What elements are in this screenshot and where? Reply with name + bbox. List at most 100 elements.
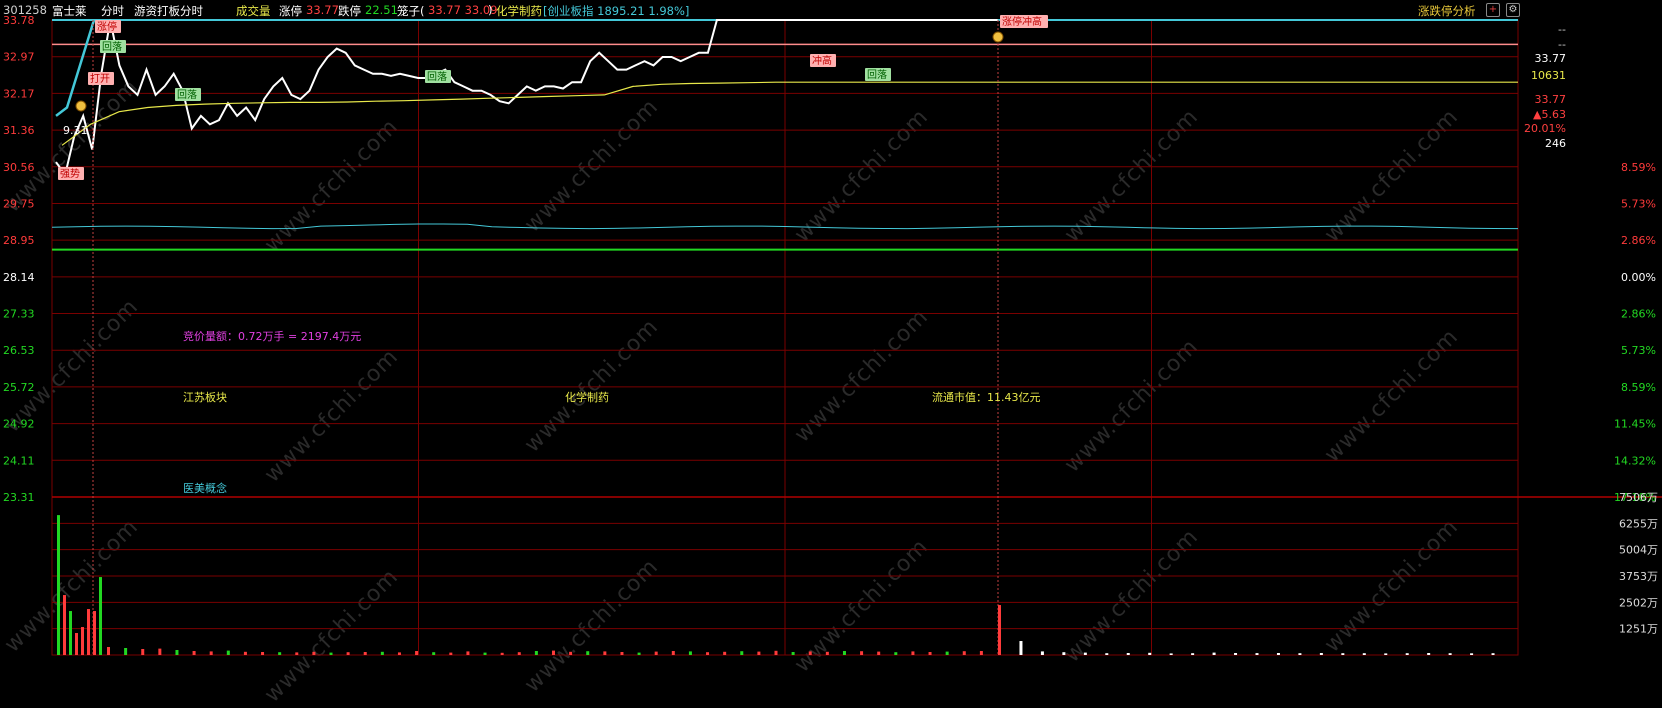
float-cap-label: 流通市值：11.43亿元 bbox=[932, 390, 1041, 404]
right-volume: 10631 bbox=[1531, 69, 1566, 82]
volume-bar bbox=[791, 652, 795, 655]
volume-bar bbox=[620, 652, 624, 655]
volume-bar bbox=[1384, 653, 1388, 655]
small-value-label: 9.31 bbox=[63, 124, 88, 137]
volume-bar bbox=[534, 651, 538, 655]
volume-bar bbox=[860, 651, 864, 655]
volume-bar bbox=[894, 652, 898, 655]
intraday-chart[interactable]: 33.78 32.97 32.17 31.36 30.56 29.75 28.95 28.14… bbox=[0, 0, 1662, 699]
volume-bar bbox=[1148, 652, 1152, 655]
annotation-label: 回落 bbox=[867, 69, 887, 81]
volume-bar bbox=[57, 515, 60, 655]
volume-bar bbox=[1470, 653, 1474, 655]
pct-axis-label: 11.45% bbox=[1614, 418, 1656, 431]
volume-bar bbox=[877, 651, 881, 655]
volume-bar bbox=[706, 652, 710, 655]
pct-axis-label: 5.73% bbox=[1621, 197, 1656, 210]
volume-bar bbox=[1212, 652, 1216, 655]
pct-axis-label: 14.32% bbox=[1614, 454, 1656, 467]
price-axis-label: 27.33 bbox=[3, 308, 35, 321]
volume-bar bbox=[63, 595, 66, 655]
pct-axis-label: 2.86% bbox=[1621, 308, 1656, 321]
volume-bar bbox=[654, 651, 658, 655]
annotation-label: 冲高 bbox=[812, 54, 832, 67]
volume-bar bbox=[1491, 653, 1495, 655]
volume-bar bbox=[449, 652, 453, 655]
price-axis-label: 32.17 bbox=[3, 87, 35, 100]
volume-bar bbox=[158, 648, 162, 655]
pct-axis-label: 0.00% bbox=[1621, 271, 1656, 284]
volume-bar bbox=[1427, 653, 1431, 655]
volume-bar bbox=[928, 652, 932, 655]
volume-axis-label: 7506万 bbox=[1619, 491, 1658, 504]
volume-bar bbox=[1019, 641, 1023, 655]
volume-bar bbox=[380, 651, 384, 655]
volume-bar bbox=[69, 611, 72, 655]
annotation-label: 回落 bbox=[427, 71, 447, 83]
volume-axis-label: 1251万 bbox=[1619, 623, 1658, 636]
volume-bar bbox=[243, 651, 247, 655]
volume-bar bbox=[346, 652, 350, 655]
sector-text: 化学制药 bbox=[565, 390, 609, 404]
pct-axis-label: 8.59% bbox=[1621, 381, 1656, 394]
pct-axis-label: 5.73% bbox=[1621, 344, 1656, 357]
right-dash: -- bbox=[1558, 38, 1566, 51]
volume-bar bbox=[1126, 653, 1130, 655]
volume-axis-label: 5004万 bbox=[1619, 544, 1658, 557]
right-pct: 20.01% bbox=[1524, 122, 1566, 135]
volume-bar bbox=[1276, 653, 1280, 655]
volume-bar bbox=[175, 650, 179, 655]
volume-bar bbox=[774, 650, 778, 655]
volume-bar bbox=[637, 652, 641, 655]
event-dot-icon bbox=[75, 100, 87, 112]
right-change: ▲5.63 bbox=[1533, 108, 1566, 121]
price-axis-label: 24.92 bbox=[3, 418, 35, 431]
annotation-label: 强势 bbox=[60, 167, 80, 180]
volume-bar bbox=[1191, 653, 1195, 655]
volume-bar bbox=[1255, 653, 1259, 655]
volume-bar bbox=[1405, 653, 1409, 655]
volume-bar bbox=[569, 651, 573, 655]
volume-bar bbox=[1341, 653, 1345, 655]
annotation-label: 打开 bbox=[90, 72, 110, 85]
volume-bar bbox=[295, 652, 299, 655]
volume-bar bbox=[962, 651, 966, 655]
region-label: 江苏板块 bbox=[183, 390, 227, 404]
volume-bar bbox=[483, 652, 487, 655]
volume-bar bbox=[415, 651, 419, 655]
volume-axis-label: 6255万 bbox=[1619, 517, 1658, 530]
volume-bar bbox=[552, 650, 555, 655]
right-price: 33.77 bbox=[1535, 52, 1567, 65]
price-axis-label: 28.95 bbox=[3, 234, 35, 247]
volume-bar bbox=[93, 611, 96, 655]
volume-bar bbox=[1083, 652, 1087, 655]
volume-bar bbox=[1234, 653, 1238, 655]
volume-bar bbox=[261, 652, 265, 655]
volume-bar bbox=[1105, 653, 1109, 655]
volume-bar bbox=[1298, 653, 1302, 655]
volume-bar bbox=[825, 651, 829, 655]
annotation-label: 涨停 bbox=[97, 20, 117, 33]
volume-bar bbox=[99, 577, 102, 655]
volume-bar bbox=[723, 651, 727, 655]
volume-bar bbox=[757, 651, 761, 655]
concept-label: 医美概念 bbox=[183, 481, 227, 495]
volume-bar bbox=[688, 651, 692, 655]
avg-price-line bbox=[61, 81, 1518, 146]
volume-bar bbox=[397, 652, 401, 655]
right-count: 246 bbox=[1545, 137, 1566, 150]
volume-bar bbox=[603, 651, 607, 655]
volume-bar bbox=[1169, 653, 1173, 655]
volume-axis-label: 3753万 bbox=[1619, 570, 1658, 583]
annotation-label: 涨停冲高 bbox=[1002, 15, 1042, 28]
annotation-label: 回落 bbox=[102, 41, 122, 53]
volume-bar bbox=[107, 647, 110, 655]
volume-bar bbox=[740, 651, 744, 655]
volume-bar bbox=[81, 627, 84, 655]
volume-bar bbox=[586, 651, 590, 655]
price-axis-label: 28.14 bbox=[3, 271, 35, 284]
price-axis-label: 26.53 bbox=[3, 344, 35, 357]
price-axis-label: 30.56 bbox=[3, 161, 35, 174]
volume-bar bbox=[979, 651, 983, 655]
volume-bar bbox=[945, 651, 949, 655]
